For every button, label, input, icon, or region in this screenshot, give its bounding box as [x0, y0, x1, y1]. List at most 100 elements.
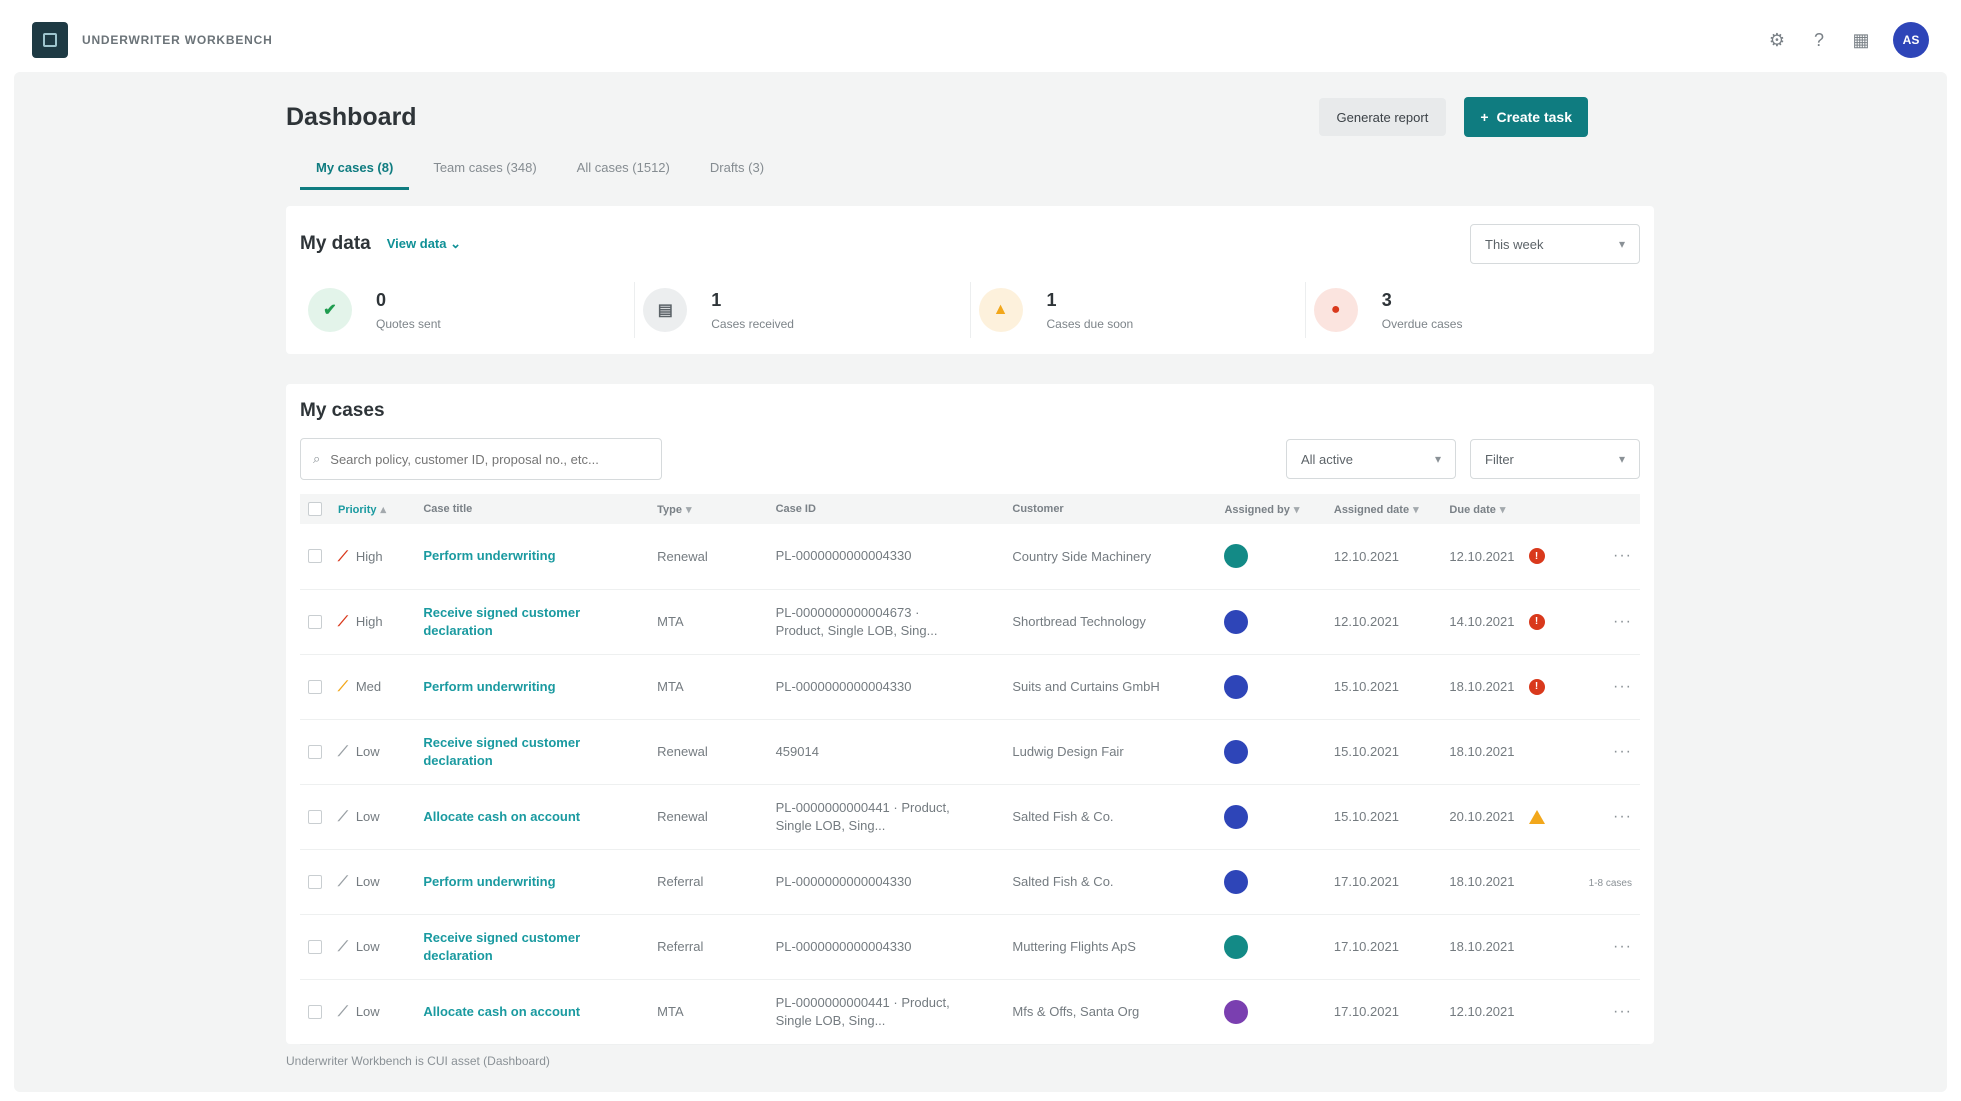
col-customer[interactable]: Customer	[1004, 494, 1216, 524]
assignee-avatar[interactable]	[1224, 609, 1249, 634]
search-icon: ⌕	[313, 451, 321, 466]
tab-drafts[interactable]: Drafts (3)	[694, 160, 780, 190]
filter-select[interactable]: Filter ▾	[1470, 439, 1640, 479]
row-checkbox[interactable]	[308, 744, 322, 759]
col-due-date[interactable]: Due date ▾	[1441, 494, 1580, 524]
case-title-link[interactable]: Receive signed customer declaration	[423, 604, 603, 639]
more-options-icon[interactable]: ···	[1613, 808, 1632, 825]
row-checkbox[interactable]	[308, 809, 322, 824]
my-data-header: My data View data ⌄ This week ▾	[300, 224, 1640, 264]
priority-icon: ⟋	[338, 678, 348, 694]
stats-row: ✔ 0 Quotes sent ▤ 1 Cases received ▲ 1 C…	[300, 282, 1640, 338]
generate-report-button[interactable]: Generate report	[1318, 98, 1447, 136]
case-title-link[interactable]: Allocate cash on account	[423, 808, 603, 826]
assigned-by-cell	[1216, 589, 1325, 654]
app-logo[interactable]	[32, 22, 68, 58]
apps-icon[interactable]: ▦	[1851, 30, 1871, 50]
row-checkbox[interactable]	[308, 1004, 322, 1019]
row-select-cell	[300, 849, 330, 914]
warning-icon: ▲	[978, 288, 1023, 332]
assigned-by-cell	[1216, 784, 1325, 849]
assigned-date-cell: 12.10.2021	[1333, 614, 1399, 629]
stat-quotes-sent[interactable]: ✔ 0 Quotes sent	[300, 282, 636, 338]
case-title-link[interactable]: Receive signed customer declaration	[423, 734, 603, 769]
tab-my-cases[interactable]: My cases (8)	[300, 160, 410, 190]
col-assigned-date[interactable]: Assigned date ▾	[1326, 494, 1442, 524]
table-row[interactable]: ⟋ Low Receive signed customer declaration R…	[300, 914, 1640, 979]
tab-team-cases[interactable]: Team cases (348)	[417, 160, 552, 190]
assignee-avatar[interactable]	[1224, 934, 1249, 959]
more-options-icon[interactable]: ···	[1613, 613, 1632, 630]
table-row[interactable]: ⟋ Low Allocate cash on account MTA PL-000000…	[300, 979, 1640, 1044]
row-checkbox[interactable]	[308, 874, 322, 889]
help-icon[interactable]: ?	[1809, 30, 1829, 50]
table-row[interactable]: ⟋ Low Receive signed customer declaration R…	[300, 719, 1640, 784]
assigned-by-cell	[1216, 979, 1325, 1044]
row-checkbox[interactable]	[308, 549, 322, 564]
due-date-cell: 12.10.2021	[1441, 979, 1580, 1044]
select-all-checkbox[interactable]	[308, 502, 322, 516]
create-task-button[interactable]: + Create task	[1464, 97, 1588, 137]
case-title-link[interactable]: Receive signed customer declaration	[423, 929, 603, 964]
top-bar: UNDERWRITER WORKBENCH ⚙ ? ▦ AS	[0, 0, 1961, 80]
col-case-title[interactable]: Case title	[415, 494, 649, 524]
status-select[interactable]: All active ▾	[1286, 439, 1456, 479]
sort-icon: ▾	[1499, 503, 1506, 516]
tab-all-cases[interactable]: All cases (1512)	[561, 160, 686, 190]
stat-cases-received[interactable]: ▤ 1 Cases received	[635, 282, 971, 338]
settings-icon[interactable]: ⚙	[1767, 30, 1787, 50]
search-input[interactable]	[330, 451, 631, 467]
table-row[interactable]: ⟋ Med Perform underwriting MTA PL-0000000000…	[300, 654, 1640, 719]
table-row[interactable]: ⟋ Low Perform underwriting Referral PL-00000…	[300, 849, 1640, 914]
due-date-cell: 18.10.2021	[1441, 914, 1580, 979]
col-assigned-by[interactable]: Assigned by ▾	[1216, 494, 1325, 524]
table-row[interactable]: ⟋ Low Allocate cash on account Renewal PL-00…	[300, 784, 1640, 849]
inbox-icon: ▤	[643, 288, 688, 332]
case-title-link[interactable]: Perform underwriting	[423, 678, 603, 696]
period-select[interactable]: This week ▾	[1470, 224, 1640, 264]
case-id-cell: PL-0000000000004330	[768, 654, 1005, 719]
top-actions: ⚙ ? ▦ AS	[1767, 22, 1929, 58]
view-data-link[interactable]: View data ⌄	[387, 236, 461, 252]
user-avatar[interactable]: AS	[1893, 22, 1929, 58]
type-cell: MTA	[657, 1004, 684, 1019]
row-select-cell	[300, 589, 330, 654]
case-id: PL-0000000000004330	[775, 873, 912, 889]
assignee-avatar[interactable]	[1224, 804, 1249, 829]
table-row[interactable]: ⟋ High Receive signed customer declaration…	[300, 589, 1640, 654]
case-title-cell: Perform underwriting	[415, 524, 649, 589]
case-id-cell: PL-0000000000004330	[768, 849, 1005, 914]
assigned-by-cell	[1216, 654, 1325, 719]
assignee-avatar[interactable]	[1224, 869, 1249, 894]
due-date-value: 18.10.2021	[1449, 744, 1515, 759]
more-options-icon[interactable]: ···	[1613, 938, 1632, 955]
row-select-cell	[300, 979, 330, 1044]
due-date-value: 18.10.2021	[1449, 679, 1515, 694]
row-checkbox[interactable]	[308, 679, 322, 694]
table-row[interactable]: ⟋ High Perform underwriting Renewal PL-00000…	[300, 524, 1640, 589]
priority-icon: ⟋	[338, 613, 348, 629]
assignee-avatar[interactable]	[1224, 544, 1249, 569]
col-case-id[interactable]: Case ID	[768, 494, 1005, 524]
assignee-avatar[interactable]	[1224, 999, 1249, 1024]
more-options-icon[interactable]: ···	[1613, 678, 1632, 695]
more-options-icon[interactable]: ···	[1613, 1003, 1632, 1020]
stat-cases-due-soon[interactable]: ▲ 1 Cases due soon	[971, 282, 1306, 338]
header-row: Priority ▴ Case title Type ▾ Case ID Custo…	[300, 494, 1640, 524]
assignee-avatar[interactable]	[1224, 739, 1249, 764]
case-title-link[interactable]: Perform underwriting	[423, 873, 603, 891]
priority-label: High	[355, 614, 383, 629]
row-checkbox[interactable]	[308, 939, 322, 954]
case-title-link[interactable]: Perform underwriting	[423, 547, 603, 565]
case-title-link[interactable]: Allocate cash on account	[423, 1003, 603, 1021]
main-content: Dashboard Generate report + Create task …	[286, 92, 1654, 1044]
assignee-avatar[interactable]	[1224, 674, 1249, 699]
priority-cell: ⟋ High	[330, 589, 415, 654]
col-priority[interactable]: Priority ▴	[330, 494, 415, 524]
row-checkbox[interactable]	[308, 614, 322, 629]
col-type[interactable]: Type ▾	[649, 494, 767, 524]
stat-overdue-cases[interactable]: ● 3 Overdue cases	[1306, 282, 1640, 338]
more-options-icon[interactable]: ···	[1613, 547, 1632, 564]
priority-icon: ⟋	[338, 743, 348, 759]
more-options-icon[interactable]: ···	[1613, 743, 1632, 760]
